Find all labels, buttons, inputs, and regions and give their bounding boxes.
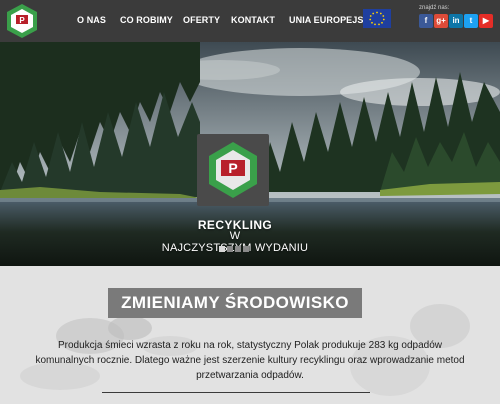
slider-dot[interactable]	[235, 246, 241, 252]
eu-flag-icon[interactable]	[363, 9, 391, 28]
nav-oferty[interactable]: OFERTY	[183, 15, 220, 25]
slider-dot[interactable]	[227, 246, 233, 252]
section-title-box: ZMIENIAMY ŚRODOWISKO	[108, 288, 362, 318]
nav-o-nas[interactable]: O NAS	[77, 15, 106, 25]
nav-co-robimy[interactable]: CO ROBIMY	[120, 15, 173, 25]
google-plus-icon[interactable]: g+	[434, 14, 448, 28]
about-section: ZMIENIAMY ŚRODOWISKO Produkcja śmieci wz…	[0, 266, 500, 404]
slider-dot[interactable]	[243, 246, 249, 252]
hero-slider: P RECYKLING W NAJCZYSTSZYM WYDANIU	[0, 42, 500, 266]
header: P O NAS CO ROBIMY OFERTY KONTAKT UNIA EU…	[0, 0, 500, 42]
slider-dot[interactable]	[219, 246, 225, 252]
logo[interactable]: P	[4, 3, 40, 39]
hero-title-line2: W	[229, 230, 241, 242]
hero-logo: P	[197, 134, 269, 206]
section-title: ZMIENIAMY ŚRODOWISKO	[121, 293, 349, 312]
nav-kontakt[interactable]: KONTAKT	[231, 15, 275, 25]
twitter-icon[interactable]: t	[464, 14, 478, 28]
linkedin-icon[interactable]: in	[449, 14, 463, 28]
svg-text:P: P	[19, 16, 25, 25]
section-paragraph: Produkcja śmieci wzrasta z roku na rok, …	[35, 340, 465, 381]
background-recycling-image	[0, 266, 500, 404]
divider	[102, 392, 370, 393]
svg-text:P: P	[228, 160, 237, 176]
facebook-icon[interactable]: f	[419, 14, 433, 28]
youtube-icon[interactable]: ▶	[479, 14, 493, 28]
find-us-label: znajdź nas:	[419, 5, 450, 11]
recycle-logo-icon: P	[209, 142, 257, 198]
